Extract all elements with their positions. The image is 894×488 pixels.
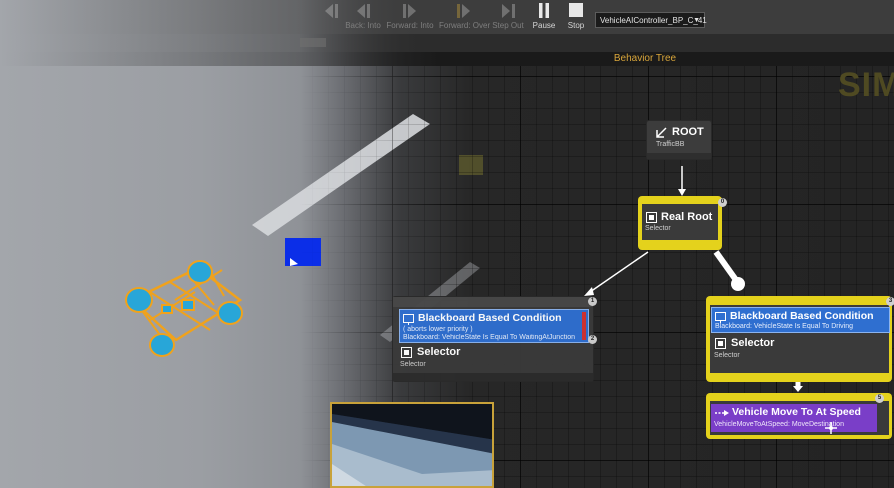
- right-decorator-line1: Blackboard: VehicleState Is Equal To Dri…: [715, 323, 854, 330]
- step-out-icon: [502, 4, 515, 18]
- execution-index-badge: 0: [718, 198, 727, 207]
- task-panel: Vehicle Move To At Speed VehicleMoveToAt…: [711, 404, 877, 432]
- left-decorator-title: Blackboard Based Condition: [418, 312, 562, 324]
- debug-object-select[interactable]: VehicleAIController_BP_C_41 ▼: [595, 12, 707, 28]
- stop-icon: [569, 3, 583, 17]
- graph-watermark: SIM: [838, 66, 894, 104]
- real-root-node[interactable]: Real Root Selector 0: [638, 196, 727, 250]
- forward-over-icon: [457, 4, 470, 18]
- left-branch-node[interactable]: Blackboard Based Condition ( aborts lowe…: [392, 296, 597, 382]
- execution-index-badge: 1: [588, 297, 597, 306]
- left-composite-subtitle: Selector: [400, 361, 426, 368]
- left-decorator[interactable]: Blackboard Based Condition ( aborts lowe…: [399, 309, 589, 343]
- execution-index-badge: 3: [886, 297, 894, 306]
- graph-title: Behavior Tree: [613, 53, 677, 64]
- task-title: Vehicle Move To At Speed: [732, 406, 861, 418]
- debug-toolbar: Back: Into Forward: Into Forward: Over S…: [0, 0, 894, 34]
- root-node[interactable]: ROOT TrafficBB: [646, 120, 712, 160]
- right-branch-node[interactable]: Blackboard Based Condition Blackboard: V…: [706, 296, 894, 382]
- stop-button[interactable]: Stop: [551, 0, 601, 34]
- back-into-icon: [357, 4, 370, 18]
- root-footer: [647, 153, 711, 159]
- forward-over-button[interactable]: Forward: Over: [439, 0, 490, 34]
- real-root-title: Real Root: [661, 211, 713, 223]
- execution-index-badge: 2: [588, 335, 597, 344]
- left-branch-footer: [393, 373, 593, 381]
- selector-icon: [646, 212, 657, 223]
- left-composite-title: Selector: [417, 346, 461, 358]
- move-arrow-icon: [715, 410, 729, 416]
- left-decorator-line1: ( aborts lower priority ): [403, 326, 473, 333]
- secondary-toolbar: [0, 34, 894, 52]
- right-composite-subtitle: Selector: [714, 352, 740, 359]
- debug-object-value: VehicleAIController_BP_C_41: [600, 16, 707, 25]
- right-decorator[interactable]: Blackboard Based Condition Blackboard: V…: [711, 307, 890, 333]
- toolbar-chip: [300, 38, 326, 47]
- camera-preview-scene: [332, 404, 492, 486]
- right-composite-title: Selector: [731, 337, 775, 349]
- selector-icon: [715, 338, 726, 349]
- forward-into-button[interactable]: Forward: Into: [385, 0, 435, 34]
- forward-into-icon: [403, 4, 416, 18]
- blackboard-icon: [403, 314, 414, 325]
- camera-preview[interactable]: [330, 402, 494, 488]
- selector-icon: [401, 347, 412, 358]
- move-cursor-icon: [825, 422, 837, 434]
- blackboard-icon: [715, 312, 726, 323]
- real-root-subtitle: Selector: [645, 225, 671, 232]
- execution-index-badge: 5: [875, 394, 884, 403]
- left-branch-header: [393, 297, 593, 307]
- left-decorator-line2: Blackboard: VehicleState Is Equal To Wai…: [403, 334, 575, 341]
- move-to-task-node[interactable]: Vehicle Move To At Speed VehicleMoveToAt…: [706, 393, 892, 439]
- root-title: ROOT: [672, 126, 704, 138]
- root-icon: [656, 127, 667, 138]
- root-subtitle: TrafficBB: [656, 141, 685, 148]
- vehicle-wireframe[interactable]: [125, 260, 243, 357]
- back-into-button[interactable]: Back: Into: [338, 0, 388, 34]
- right-decorator-title: Blackboard Based Condition: [730, 310, 874, 322]
- chevron-down-icon: ▼: [693, 17, 700, 24]
